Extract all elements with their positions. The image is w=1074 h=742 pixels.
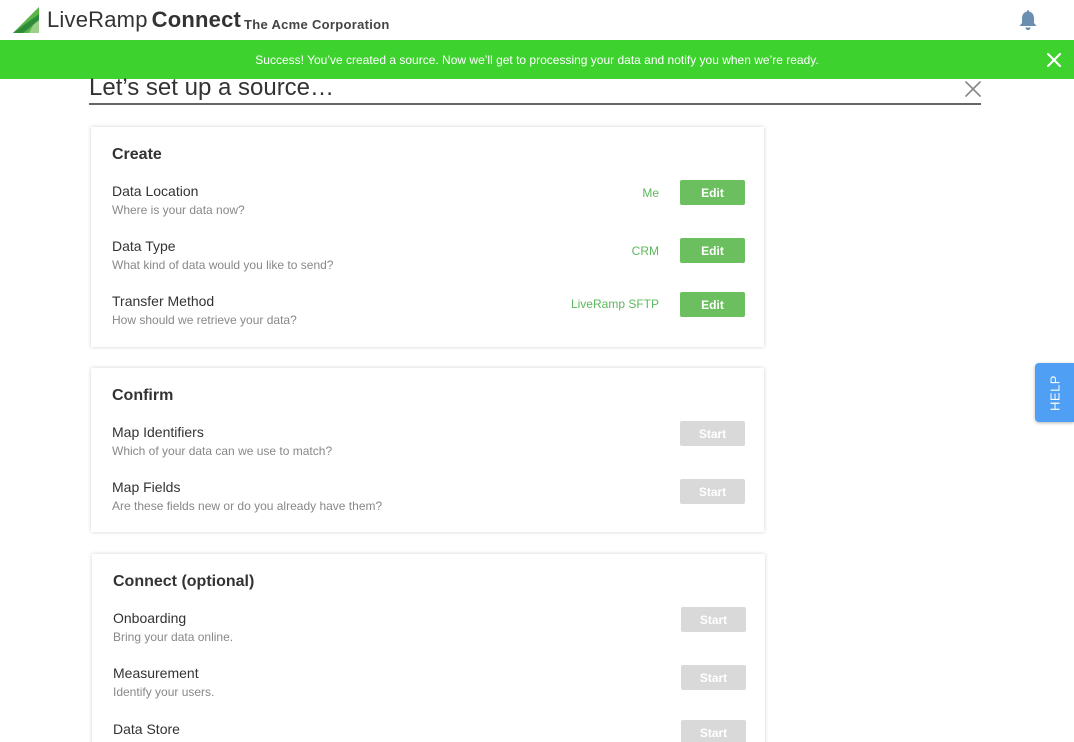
row-description: How should we retrieve your data?: [112, 313, 297, 327]
edit-button[interactable]: Edit: [680, 180, 745, 205]
bell-icon[interactable]: [1018, 9, 1038, 31]
row-description: Identify your users.: [113, 685, 215, 699]
list-item: Onboarding Bring your data online. Start: [113, 607, 746, 650]
row-label: Data Store: [113, 721, 180, 737]
list-item: Measurement Identify your users. Start: [113, 665, 746, 705]
page-title-bar: Let’s set up a source…: [89, 72, 981, 105]
company-name: The Acme Corporation: [244, 17, 390, 32]
start-button[interactable]: Start: [681, 720, 746, 742]
top-bar: LiveRamp Connect The Acme Corporation: [0, 0, 1074, 40]
card-title: Connect (optional): [113, 573, 255, 590]
row-label: Map Fields: [112, 479, 181, 495]
row-description: Where is your data now?: [112, 203, 245, 217]
row-value: CRM: [631, 244, 659, 258]
connect-card: Connect (optional) Onboarding Bring your…: [92, 554, 765, 742]
list-item: Transfer Method How should we retrieve y…: [112, 292, 745, 333]
row-description: Which of your data can we use to match?: [112, 444, 333, 458]
start-button[interactable]: Start: [680, 421, 745, 446]
row-label: Data Type: [112, 238, 176, 254]
edit-button[interactable]: Edit: [680, 292, 745, 317]
start-button[interactable]: Start: [680, 479, 745, 504]
row-label: Onboarding: [113, 610, 187, 626]
success-message: Success! You’ve created a source. Now we…: [255, 53, 819, 67]
help-tab[interactable]: HELP: [1035, 363, 1074, 422]
row-description: Are these fields new or do you already h…: [112, 499, 383, 513]
row-value: LiveRamp SFTP: [570, 297, 659, 311]
page-title: Let’s set up a source…: [89, 74, 335, 101]
card-title: Create: [112, 146, 162, 163]
list-item: Map Fields Are these fields new or do yo…: [112, 479, 745, 519]
logo-text: LiveRamp Connect: [47, 7, 241, 33]
logo-text-bold: Connect: [151, 7, 242, 32]
list-item: Data Store Start: [113, 720, 746, 742]
confirm-card: Confirm Map Identifiers Which of your da…: [91, 368, 764, 532]
card-title: Confirm: [112, 387, 174, 404]
close-icon[interactable]: [964, 80, 982, 98]
list-item: Data Type What kind of data would you li…: [112, 238, 745, 278]
row-description: Bring your data online.: [113, 630, 234, 644]
list-item: Data Location Where is your data now? Me…: [112, 180, 745, 223]
row-description: What kind of data would you like to send…: [112, 258, 334, 272]
row-label: Map Identifiers: [112, 424, 204, 440]
row-label: Data Location: [112, 183, 199, 199]
start-button[interactable]: Start: [681, 607, 746, 632]
list-item: Map Identifiers Which of your data can w…: [112, 421, 745, 464]
create-card: Create Data Location Where is your data …: [91, 127, 764, 347]
start-button[interactable]: Start: [681, 665, 746, 690]
liveramp-logo-icon: [13, 7, 39, 33]
edit-button[interactable]: Edit: [680, 238, 745, 263]
row-label: Measurement: [113, 665, 199, 681]
help-label: HELP: [1047, 374, 1062, 411]
logo[interactable]: LiveRamp Connect: [12, 6, 241, 34]
row-value: Me: [642, 186, 659, 200]
row-label: Transfer Method: [112, 293, 215, 309]
close-icon[interactable]: [1045, 51, 1063, 69]
logo-text-light: LiveRamp: [47, 7, 148, 32]
